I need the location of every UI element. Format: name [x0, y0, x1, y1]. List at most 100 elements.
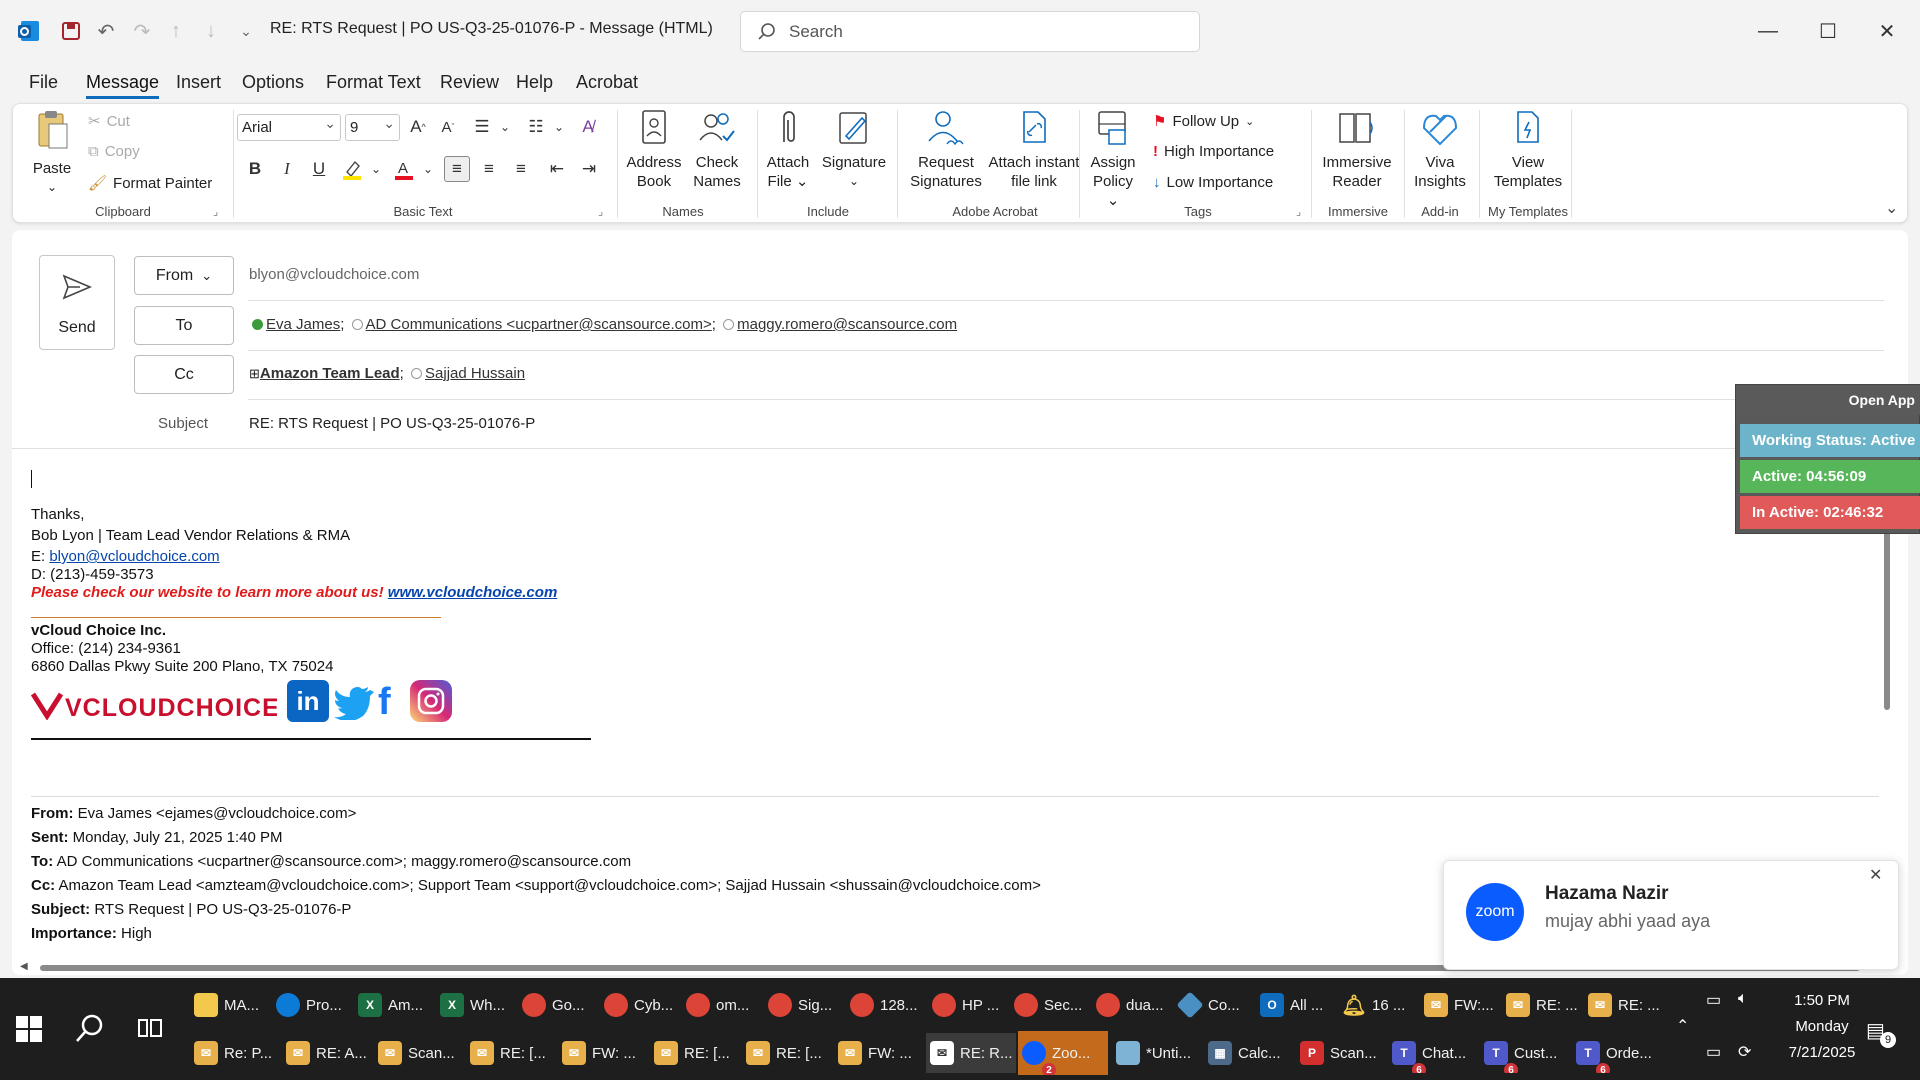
taskbar-item[interactable]: T 6 Orde...: [1572, 1033, 1662, 1073]
signature-email-link[interactable]: blyon@vcloudchoice.com: [49, 548, 219, 565]
from-button[interactable]: From ⌄: [134, 256, 234, 295]
task-view-icon[interactable]: [136, 1014, 164, 1042]
taskbar-item[interactable]: T 6 Cust...: [1480, 1033, 1570, 1073]
align-right-icon[interactable]: ≡: [508, 156, 534, 182]
taskbar-item[interactable]: ✉ FW:...: [1420, 985, 1500, 1025]
cut-button[interactable]: ✂ Cut: [88, 112, 130, 131]
maximize-button[interactable]: ☐: [1808, 16, 1848, 46]
bullets-dropdown-icon[interactable]: ⌄: [492, 114, 518, 140]
collapse-ribbon-icon[interactable]: ⌄: [1885, 198, 1898, 218]
taskbar-item[interactable]: HP ...: [928, 985, 1008, 1025]
decrease-indent-icon[interactable]: ⇤: [544, 156, 570, 182]
clock-date[interactable]: 7/21/2025: [1772, 1044, 1872, 1061]
highlight-icon[interactable]: [339, 156, 365, 182]
close-icon[interactable]: ✕: [1869, 865, 1882, 885]
clipboard-launcher-icon[interactable]: ⌟: [213, 205, 218, 218]
follow-up-button[interactable]: ⚑ Follow Up ⌄: [1153, 112, 1254, 131]
clear-formatting-icon[interactable]: A̸: [575, 114, 601, 140]
high-importance-button[interactable]: ! High Importance: [1153, 143, 1274, 160]
low-importance-button[interactable]: ↓ Low Importance: [1153, 174, 1273, 191]
taskbar-item[interactable]: Go...: [518, 985, 598, 1025]
paste-button[interactable]: Paste ⌄: [31, 108, 73, 197]
shrink-font-icon[interactable]: Aˇ: [435, 114, 461, 140]
search-box[interactable]: Search: [740, 11, 1200, 52]
to-recipient[interactable]: maggy.romero@scansource.com: [737, 316, 957, 333]
clock-day[interactable]: Monday: [1772, 1018, 1872, 1035]
close-window-button[interactable]: ✕: [1867, 16, 1907, 46]
taskbar-item[interactable]: T 6 Chat...: [1388, 1033, 1478, 1073]
taskbar-item[interactable]: Co...: [1174, 985, 1254, 1025]
signature-button[interactable]: Signature ⌄: [817, 108, 891, 191]
taskbar-item[interactable]: ✉ RE: ...: [1502, 985, 1582, 1025]
font-color-icon[interactable]: A: [391, 156, 417, 182]
tab-file[interactable]: File: [29, 72, 58, 93]
tab-message[interactable]: Message: [86, 72, 160, 99]
highlight-dropdown-icon[interactable]: ⌄: [363, 156, 389, 182]
windows-start-icon[interactable]: [14, 1014, 44, 1044]
next-item-icon[interactable]: ↓: [198, 18, 224, 44]
taskbar-item[interactable]: dua...: [1092, 985, 1172, 1025]
tab-acrobat[interactable]: Acrobat: [576, 72, 638, 93]
previous-item-icon[interactable]: ↑: [163, 18, 189, 44]
taskbar-item[interactable]: ✉ FW: ...: [834, 1033, 924, 1073]
taskbar-item[interactable]: X Am...: [354, 985, 434, 1025]
zoom-notification[interactable]: zoom Hazama Nazir mujay abhi yaad aya ✕: [1443, 860, 1899, 970]
taskbar-item[interactable]: ✉ RE: [...: [742, 1033, 832, 1073]
to-field[interactable]: Eva James; AD Communications <ucpartner@…: [249, 316, 957, 333]
taskbar-item[interactable]: *Unti...: [1112, 1033, 1202, 1073]
tab-options[interactable]: Options: [242, 72, 304, 93]
taskbar-item[interactable]: 128...: [846, 985, 926, 1025]
search-icon[interactable]: [74, 1012, 106, 1044]
taskbar-item[interactable]: ✉ Scan...: [374, 1033, 464, 1073]
underline-icon[interactable]: U: [306, 156, 332, 182]
notification-center-icon[interactable]: ▤ 9: [1866, 1018, 1896, 1048]
to-recipient[interactable]: Eva James: [266, 316, 340, 333]
font-size-select[interactable]: 9: [345, 114, 400, 141]
cc-recipient[interactable]: Sajjad Hussain: [425, 365, 525, 382]
increase-indent-icon[interactable]: ⇥: [576, 156, 602, 182]
align-left-icon[interactable]: ≡: [444, 156, 470, 182]
attach-file-button[interactable]: Attach File ⌄: [761, 108, 815, 191]
expand-group-icon[interactable]: ⊞: [249, 366, 260, 381]
taskbar-item[interactable]: Pro...: [272, 985, 352, 1025]
basic-text-launcher-icon[interactable]: ⌟: [598, 205, 603, 218]
taskbar-item[interactable]: O All ...: [1256, 985, 1336, 1025]
customize-toolbar-icon[interactable]: ⌄: [233, 18, 259, 44]
check-names-button[interactable]: Check Names: [688, 108, 746, 191]
tab-review[interactable]: Review: [440, 72, 499, 93]
taskbar-item[interactable]: ▦ Calc...: [1204, 1033, 1294, 1073]
taskbar-item[interactable]: 🔔︎ 16 ...: [1338, 985, 1418, 1025]
assign-policy-button[interactable]: Assign Policy ⌄: [1085, 108, 1141, 210]
network-icon[interactable]: ▭: [1706, 1042, 1721, 1062]
taskbar-item[interactable]: Sig...: [764, 985, 844, 1025]
request-signatures-button[interactable]: Request Signatures: [903, 108, 989, 191]
italic-icon[interactable]: I: [274, 156, 300, 182]
taskbar-item[interactable]: P Scan...: [1296, 1033, 1386, 1073]
taskbar-item[interactable]: Cyb...: [600, 985, 680, 1025]
minimize-button[interactable]: —: [1748, 16, 1788, 46]
tab-format-text[interactable]: Format Text: [326, 72, 421, 93]
taskbar-item[interactable]: MA...: [190, 985, 270, 1025]
copy-button[interactable]: ⧉ Copy: [88, 143, 140, 160]
redo-icon[interactable]: ↷: [129, 18, 155, 44]
instagram-icon[interactable]: [410, 680, 452, 722]
linkedin-icon[interactable]: in: [287, 680, 329, 722]
address-book-button[interactable]: Address Book: [622, 108, 686, 191]
open-app-button[interactable]: Open App: [1736, 385, 1920, 415]
battery-icon[interactable]: ▭: [1706, 990, 1721, 1010]
view-templates-button[interactable]: View Templates: [1483, 108, 1573, 191]
taskbar-item[interactable]: X Wh...: [436, 985, 516, 1025]
undo-icon[interactable]: ↶: [93, 18, 119, 44]
clock-time[interactable]: 1:50 PM: [1772, 992, 1872, 1009]
tray-overflow-icon[interactable]: ⌃: [1676, 1016, 1689, 1036]
to-recipient[interactable]: AD Communications <ucpartner@scansource.…: [366, 316, 712, 333]
numbering-dropdown-icon[interactable]: ⌄: [546, 114, 572, 140]
to-button[interactable]: To: [134, 306, 234, 345]
align-center-icon[interactable]: ≡: [476, 156, 502, 182]
taskbar-item[interactable]: ✉ RE: A...: [282, 1033, 372, 1073]
taskbar-item[interactable]: ✉ Re: P...: [190, 1033, 280, 1073]
font-color-dropdown-icon[interactable]: ⌄: [415, 156, 441, 182]
grow-font-icon[interactable]: A ^: [405, 114, 431, 140]
facebook-icon[interactable]: f: [378, 682, 402, 722]
save-icon[interactable]: [58, 18, 84, 44]
